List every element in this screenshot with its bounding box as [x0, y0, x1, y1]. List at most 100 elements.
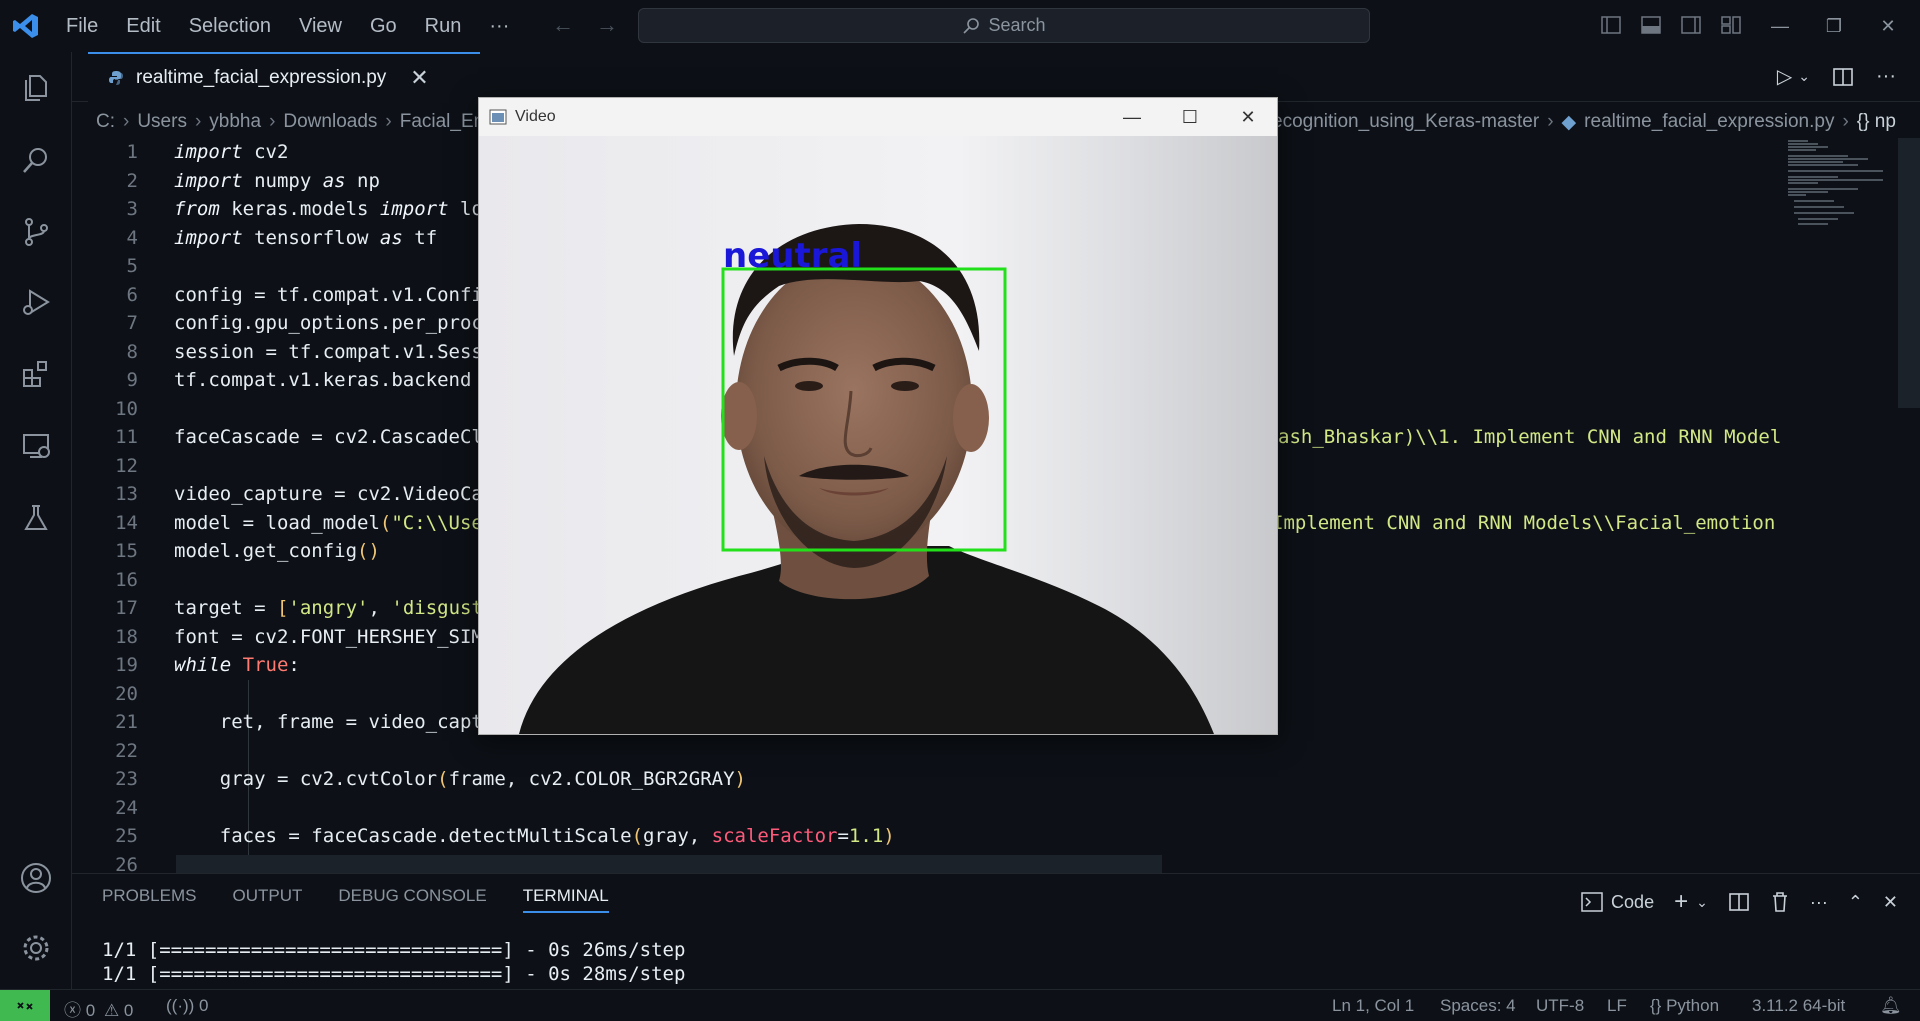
tab-problems[interactable]: PROBLEMS: [102, 886, 196, 913]
run-debug-icon[interactable]: [16, 282, 56, 322]
breadcrumb-item[interactable]: C:: [96, 111, 115, 133]
source-control-icon[interactable]: [16, 212, 56, 252]
close-window-icon[interactable]: ✕: [1860, 0, 1916, 52]
problems-status[interactable]: ⓧ 0 ⚠ 0: [64, 996, 133, 1021]
language-label: Python: [1666, 996, 1720, 1015]
customize-layout-icon[interactable]: [1718, 12, 1744, 38]
menu-file[interactable]: File: [52, 0, 112, 52]
minimize-icon[interactable]: —: [1752, 0, 1808, 52]
tab-realtime-facial-expression[interactable]: realtime_facial_expression.py ✕: [88, 52, 480, 102]
run-dropdown-chevron-icon[interactable]: ⌄: [1798, 68, 1810, 85]
video-window-app-icon: [489, 109, 507, 125]
restore-icon[interactable]: ❐: [1806, 0, 1862, 52]
tab-terminal[interactable]: TERMINAL: [522, 886, 609, 913]
horizontal-scrollbar[interactable]: [176, 855, 1162, 873]
search-box[interactable]: Search: [638, 8, 1370, 43]
breadcrumb-item[interactable]: Downloads: [283, 111, 377, 133]
code-line[interactable]: 25 faces = faceCascade.detectMultiScale(…: [72, 822, 1920, 851]
video-window-titlebar[interactable]: Video — ☐ ✕: [479, 98, 1277, 136]
kill-terminal-trash-icon[interactable]: [1770, 891, 1790, 913]
breadcrumb-item[interactable]: ybbha: [209, 111, 261, 133]
eol-status[interactable]: LF: [1607, 996, 1627, 1016]
tab-close-icon[interactable]: ✕: [410, 65, 428, 91]
forward-arrow-icon[interactable]: →: [596, 12, 618, 38]
editor-scrollbar[interactable]: [1898, 138, 1920, 408]
line-number: 4: [126, 226, 138, 249]
extensions-icon[interactable]: [16, 354, 56, 394]
breadcrumb-item[interactable]: realtime_facial_expression.py: [1584, 111, 1834, 133]
breadcrumb-symbol[interactable]: {} np: [1857, 111, 1896, 133]
manage-gear-icon[interactable]: [16, 928, 56, 968]
menu-run[interactable]: Run: [411, 0, 476, 52]
video-close-icon[interactable]: ✕: [1219, 98, 1277, 136]
breadcrumb-continued: ecognition_using_Keras-master › ◆ realtim…: [1272, 111, 1896, 133]
menu-bar: File Edit Selection View Go Run ···: [52, 0, 523, 52]
breadcrumb-item[interactable]: Facial_Em: [400, 111, 490, 133]
code-text: import tensorflow as tf: [174, 226, 438, 249]
video-minimize-icon[interactable]: —: [1103, 98, 1161, 136]
code-text: gray = cv2.cvtColor(frame, cv2.COLOR_BGR…: [174, 768, 746, 791]
menu-edit[interactable]: Edit: [112, 0, 174, 52]
code-text: target = ['angry', 'disgust: [174, 597, 483, 620]
code-text: while True:: [174, 654, 300, 677]
line-number: 8: [126, 340, 138, 363]
toggle-panel-icon[interactable]: [1638, 12, 1664, 38]
terminal-dropdown-chevron-icon[interactable]: ⌄: [1696, 894, 1708, 911]
line-number: 16: [115, 568, 138, 591]
accounts-icon[interactable]: [16, 858, 56, 898]
code-text: video_capture = cv2.VideoCa: [174, 483, 483, 506]
warning-count: 0: [123, 1001, 134, 1020]
explorer-icon[interactable]: [16, 68, 56, 108]
testing-icon[interactable]: [16, 498, 56, 538]
menu-go[interactable]: Go: [356, 0, 411, 52]
video-window-title: Video: [515, 108, 556, 125]
line-number: 5: [126, 255, 138, 278]
status-bar: ⓧ 0 ⚠ 0 ((·)) 0 Ln 1, Col 1 Spaces: 4 UT…: [0, 989, 1920, 1021]
panel-more-actions-icon[interactable]: ···: [1810, 892, 1828, 913]
breadcrumb-item[interactable]: ecognition_using_Keras-master: [1272, 111, 1539, 133]
terminal-profile[interactable]: Code: [1581, 892, 1654, 913]
code-line[interactable]: 22: [72, 737, 1920, 766]
minimap[interactable]: [1784, 138, 1884, 228]
search-view-icon[interactable]: [16, 140, 56, 180]
tab-debug-console[interactable]: DEBUG CONSOLE: [338, 886, 486, 913]
code-text-tail: ash_Bhaskar)\\1. Implement CNN and RNN M…: [1278, 426, 1782, 449]
toggle-primary-sidebar-icon[interactable]: [1598, 12, 1624, 38]
encoding-status[interactable]: UTF-8: [1536, 996, 1584, 1016]
ports-status[interactable]: ((·)) 0: [166, 996, 209, 1016]
language-status[interactable]: {} Python: [1650, 996, 1719, 1016]
video-window[interactable]: Video — ☐ ✕ neutral: [478, 97, 1278, 735]
notifications-bell-icon[interactable]: 🔔︎: [1880, 996, 1902, 1016]
split-terminal-icon[interactable]: [1728, 891, 1750, 913]
menu-selection[interactable]: Selection: [175, 0, 285, 52]
breadcrumb-item[interactable]: Users: [137, 111, 187, 133]
code-text: config.gpu_options.per_proc: [174, 312, 483, 335]
line-number: 2: [126, 169, 138, 192]
python-interpreter-status[interactable]: 3.11.2 64-bit: [1752, 996, 1845, 1016]
code-text: config = tf.compat.v1.Confi: [174, 283, 483, 306]
back-arrow-icon[interactable]: ←: [552, 12, 574, 38]
split-editor-icon[interactable]: [1832, 66, 1854, 88]
bottom-panel: PROBLEMS OUTPUT DEBUG CONSOLE TERMINAL C…: [72, 873, 1920, 989]
more-actions-icon[interactable]: ···: [1876, 65, 1896, 88]
run-python-file-icon[interactable]: ▷: [1777, 64, 1792, 89]
cursor-position[interactable]: Ln 1, Col 1: [1332, 996, 1414, 1016]
line-number: 23: [115, 768, 138, 791]
indentation-status[interactable]: Spaces: 4: [1440, 996, 1516, 1016]
toggle-secondary-sidebar-icon[interactable]: [1678, 12, 1704, 38]
menu-view[interactable]: View: [285, 0, 356, 52]
remote-indicator[interactable]: [0, 990, 50, 1021]
line-number: 21: [115, 711, 138, 734]
code-line[interactable]: 24: [72, 794, 1920, 823]
video-maximize-icon[interactable]: ☐: [1161, 98, 1219, 136]
code-line[interactable]: 23 gray = cv2.cvtColor(frame, cv2.COLOR_…: [72, 765, 1920, 794]
line-number: 13: [115, 483, 138, 506]
new-terminal-icon[interactable]: +: [1674, 888, 1688, 916]
close-panel-icon[interactable]: ✕: [1883, 892, 1898, 913]
remote-explorer-icon[interactable]: [16, 426, 56, 466]
code-text: font = cv2.FONT_HERSHEY_SIM: [174, 625, 483, 648]
menu-more[interactable]: ···: [475, 0, 523, 52]
error-icon: ⓧ: [64, 1001, 81, 1020]
maximize-panel-chevron-up-icon[interactable]: ⌃: [1848, 892, 1863, 913]
tab-output[interactable]: OUTPUT: [232, 886, 302, 913]
